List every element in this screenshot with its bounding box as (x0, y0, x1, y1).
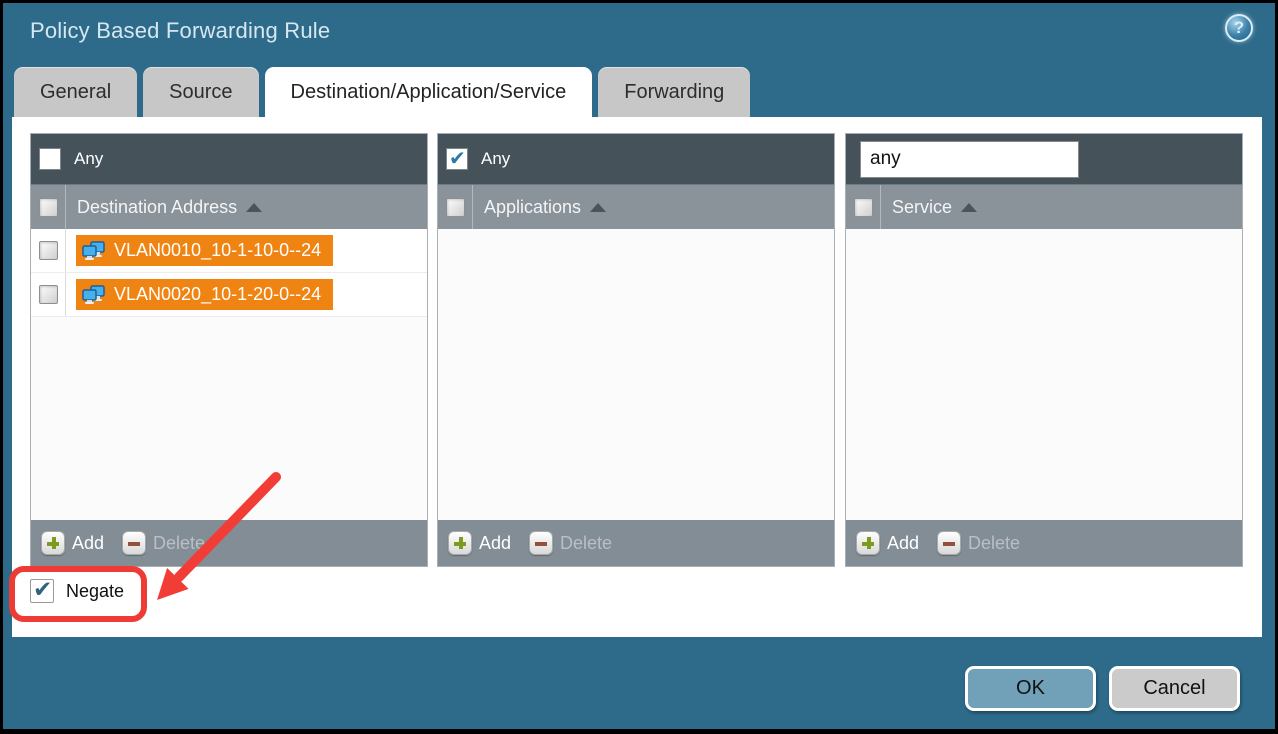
plus-icon (448, 531, 472, 555)
service-dropdown-value: any (860, 141, 1079, 178)
add-label: Add (72, 533, 104, 554)
sort-asc-icon (961, 203, 977, 212)
service-any-dropdown[interactable]: any (860, 141, 1079, 178)
cancel-button[interactable]: Cancel (1109, 666, 1240, 711)
address-object-name: VLAN0020_10-1-20-0--24 (114, 284, 321, 305)
negate-label: Negate (66, 581, 124, 602)
header-checkbox-cell (438, 185, 473, 229)
delete-label: Delete (153, 533, 205, 554)
destination-selectall-checkbox[interactable] (39, 198, 58, 217)
tab-source[interactable]: Source (143, 67, 258, 117)
minus-icon (122, 531, 146, 555)
service-panel: any Service Add (845, 133, 1243, 567)
applications-actions-bar: Add Delete (438, 520, 834, 566)
delete-label: Delete (560, 533, 612, 554)
minus-icon (529, 531, 553, 555)
dialog-title: Policy Based Forwarding Rule (30, 18, 330, 44)
service-column-header[interactable]: Service (846, 184, 1242, 229)
row-checkbox-cell (31, 229, 66, 272)
applications-panel: Any Applications Add Delete (437, 133, 835, 567)
row-checkbox-cell (31, 273, 66, 316)
service-rows (846, 229, 1242, 520)
delete-label: Delete (968, 533, 1020, 554)
sort-asc-icon (246, 203, 262, 212)
destination-any-bar: Any (31, 134, 427, 184)
delete-button[interactable]: Delete (937, 531, 1020, 555)
destination-column-label: Destination Address (77, 197, 237, 218)
negate-checkbox[interactable] (30, 579, 54, 603)
tab-forwarding-label: Forwarding (624, 81, 724, 104)
add-button[interactable]: Add (41, 531, 104, 555)
row-checkbox[interactable] (39, 241, 58, 260)
applications-selectall-checkbox[interactable] (446, 198, 465, 217)
applications-any-label: Any (481, 149, 510, 169)
address-object-chip[interactable]: VLAN0010_10-1-10-0--24 (76, 235, 333, 266)
service-selectall-checkbox[interactable] (854, 198, 873, 217)
plus-icon (41, 531, 65, 555)
help-icon[interactable]: ? (1225, 14, 1253, 42)
row-checkbox[interactable] (39, 285, 58, 304)
network-icon (82, 285, 106, 305)
applications-column-label: Applications (484, 197, 581, 218)
delete-button[interactable]: Delete (529, 531, 612, 555)
tab-general-label: General (40, 81, 111, 104)
add-label: Add (887, 533, 919, 554)
delete-button[interactable]: Delete (122, 531, 205, 555)
network-icon (82, 241, 106, 261)
add-label: Add (479, 533, 511, 554)
ok-button[interactable]: OK (965, 666, 1096, 711)
destination-column-header[interactable]: Destination Address (31, 184, 427, 229)
service-actions-bar: Add Delete (846, 520, 1242, 566)
add-button[interactable]: Add (856, 531, 919, 555)
applications-column-header[interactable]: Applications (438, 184, 834, 229)
header-checkbox-cell (31, 185, 66, 229)
applications-rows (438, 229, 834, 520)
tab-content-area: Any Destination Address (12, 117, 1262, 637)
destination-any-checkbox[interactable] (39, 148, 61, 170)
address-object-chip[interactable]: VLAN0020_10-1-20-0--24 (76, 279, 333, 310)
tab-destination-label: Destination/Application/Service (291, 81, 567, 104)
minus-icon (937, 531, 961, 555)
plus-icon (856, 531, 880, 555)
service-column-label: Service (892, 197, 952, 218)
add-button[interactable]: Add (448, 531, 511, 555)
tab-bar: General Source Destination/Application/S… (14, 67, 750, 117)
tab-destination-application-service[interactable]: Destination/Application/Service (265, 67, 593, 117)
tab-forwarding[interactable]: Forwarding (598, 67, 750, 117)
policy-forwarding-dialog: Policy Based Forwarding Rule ? General S… (3, 3, 1275, 729)
address-object-name: VLAN0010_10-1-10-0--24 (114, 240, 321, 261)
destination-address-panel: Any Destination Address (30, 133, 428, 567)
destination-rows: VLAN0010_10-1-10-0--24 (31, 229, 427, 520)
tab-general[interactable]: General (14, 67, 137, 117)
applications-any-checkbox[interactable] (446, 148, 468, 170)
sort-asc-icon (590, 203, 606, 212)
applications-any-bar: Any (438, 134, 834, 184)
service-any-bar: any (846, 134, 1242, 184)
destination-actions-bar: Add Delete (31, 520, 427, 566)
screenshot-frame: Policy Based Forwarding Rule ? General S… (0, 0, 1278, 734)
tab-source-label: Source (169, 81, 232, 104)
table-row[interactable]: VLAN0010_10-1-10-0--24 (31, 229, 427, 273)
negate-control: Negate (30, 579, 124, 603)
destination-any-label: Any (74, 149, 103, 169)
table-row[interactable]: VLAN0020_10-1-20-0--24 (31, 273, 427, 317)
header-checkbox-cell (846, 185, 881, 229)
